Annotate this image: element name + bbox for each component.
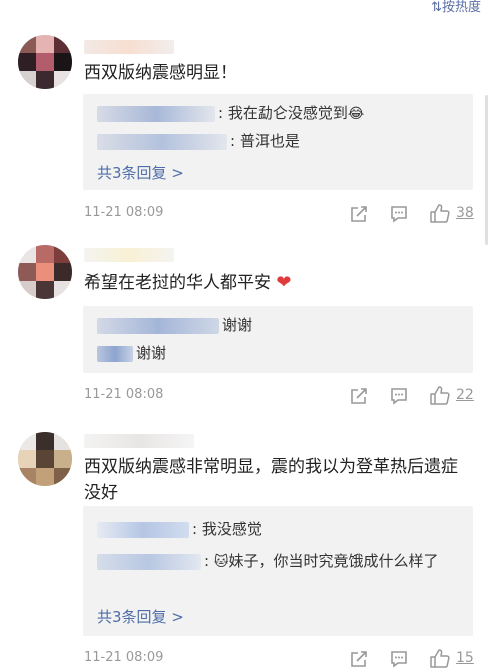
reply-username-blurred[interactable] xyxy=(97,521,189,538)
comment-icon[interactable] xyxy=(390,650,408,668)
reply-item[interactable]: : 普洱也是 xyxy=(97,130,461,152)
reply-text: 谢谢 xyxy=(222,316,253,334)
reply-item[interactable]: 谢谢 xyxy=(97,342,461,364)
reply-text: 妹子，你当时究竟饿成什么样了 xyxy=(228,552,439,570)
reply-text: 谢谢 xyxy=(136,344,167,362)
cat-emoji-icon: 🐱 xyxy=(213,554,229,570)
like-icon[interactable] xyxy=(430,204,450,223)
like-icon[interactable] xyxy=(430,649,450,668)
username-blurred[interactable] xyxy=(84,248,174,262)
replies-box[interactable]: 谢谢 谢谢 xyxy=(83,306,473,373)
share-icon[interactable] xyxy=(350,387,368,405)
reply-text: : 普洱也是 xyxy=(230,132,300,150)
reply-username-blurred[interactable] xyxy=(97,553,201,570)
username-blurred[interactable] xyxy=(84,40,174,54)
like-icon[interactable] xyxy=(430,386,450,405)
view-more-replies-link[interactable]: 共3条回复 > xyxy=(97,162,184,183)
reply-separator: : xyxy=(204,552,214,570)
comment-timestamp: 11-21 08:08 xyxy=(84,387,164,402)
avatar[interactable] xyxy=(18,432,72,486)
share-icon[interactable] xyxy=(350,205,368,223)
comment-text: 西双版纳震感非常明显，震的我以为登革热后遗症没好 xyxy=(84,457,458,503)
reply-text: : 我没感觉 xyxy=(192,520,262,538)
share-icon[interactable] xyxy=(350,650,368,668)
reply-username-blurred[interactable] xyxy=(97,317,219,334)
like-count[interactable]: 22 xyxy=(456,387,474,403)
comment-item: 西双版纳震感非常明显，震的我以为登革热后遗症没好 : 我没感觉 : 🐱妹子，你当… xyxy=(0,412,489,670)
reply-item[interactable]: : 我在勐仑没感觉到😂 xyxy=(97,102,461,125)
replies-box[interactable]: : 我在勐仑没感觉到😂 : 普洱也是 共3条回复 > xyxy=(83,94,473,190)
laugh-cry-emoji-icon: 😂 xyxy=(347,106,365,122)
reply-text: : 我在勐仑没感觉到 xyxy=(218,104,348,122)
avatar[interactable] xyxy=(18,245,72,299)
reply-username-blurred[interactable] xyxy=(97,133,227,150)
reply-item[interactable]: : 我没感觉 xyxy=(97,518,461,540)
replies-box[interactable]: : 我没感觉 : 🐱妹子，你当时究竟饿成什么样了 共3条回复 > xyxy=(83,506,473,636)
like-count[interactable]: 15 xyxy=(456,650,474,666)
heart-icon: ❤ xyxy=(276,272,292,293)
comment-icon[interactable] xyxy=(390,205,408,223)
reply-username-blurred[interactable] xyxy=(97,345,133,362)
comment-text-content: 希望在老挝的华人都平安 xyxy=(84,273,271,293)
comment-icon[interactable] xyxy=(390,387,408,405)
comment-timestamp: 11-21 08:09 xyxy=(84,650,164,665)
reply-item[interactable]: 谢谢 xyxy=(97,314,461,336)
reply-item[interactable]: : 🐱妹子，你当时究竟饿成什么样了 xyxy=(97,550,461,573)
username-blurred[interactable] xyxy=(84,434,194,448)
view-more-replies-link[interactable]: 共3条回复 > xyxy=(97,606,184,627)
comment-text: 希望在老挝的华人都平安 ❤ xyxy=(84,270,469,296)
comment-item: 西双版纳震感明显！ : 我在勐仑没感觉到😂 : 普洱也是 共3条回复 > 11-… xyxy=(0,0,489,232)
avatar[interactable] xyxy=(18,35,72,89)
comment-timestamp: 11-21 08:09 xyxy=(84,205,164,220)
comment-item: 希望在老挝的华人都平安 ❤ 谢谢 谢谢 11-21 08:08 22 xyxy=(0,232,489,412)
like-count[interactable]: 38 xyxy=(456,205,474,221)
reply-username-blurred[interactable] xyxy=(97,105,215,122)
comment-text: 西双版纳震感明显！ xyxy=(84,63,237,83)
